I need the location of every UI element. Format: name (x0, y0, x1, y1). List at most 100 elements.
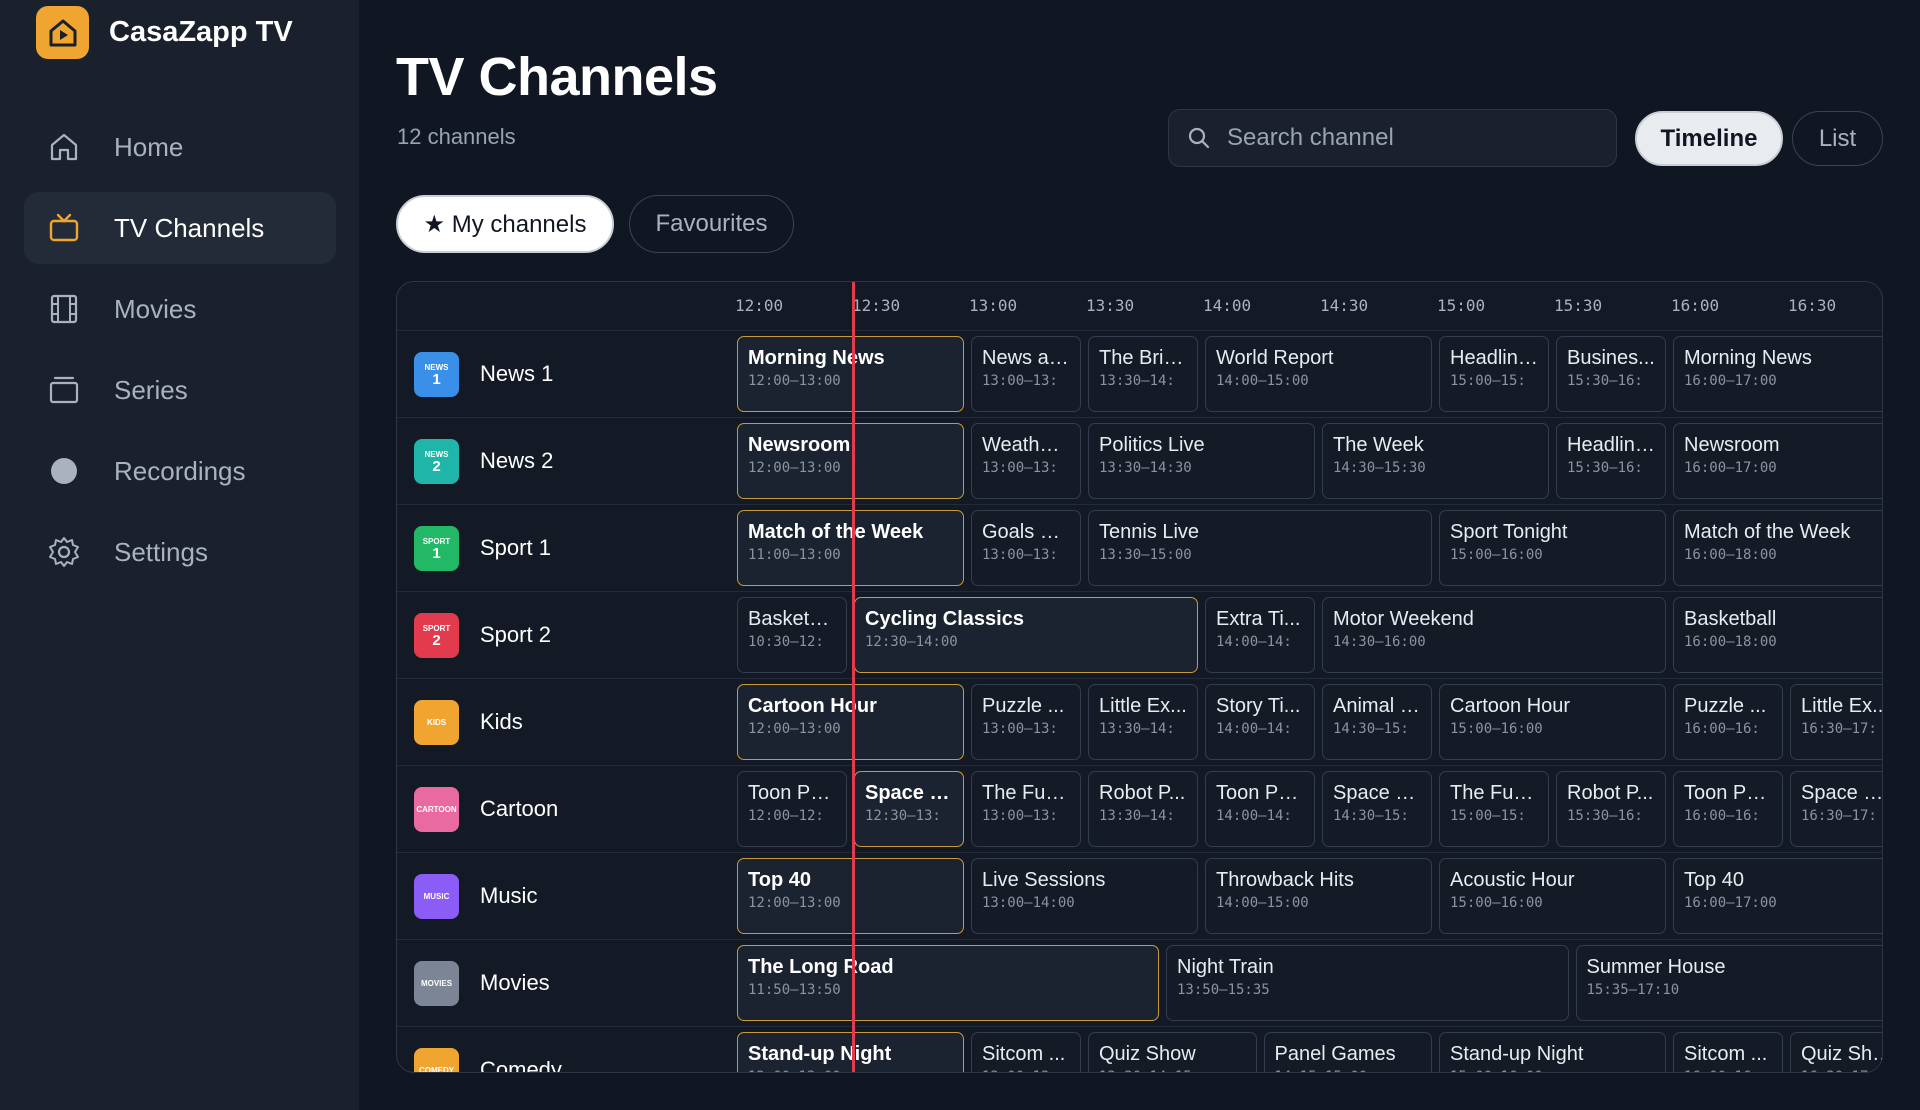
program-title: Summer House (1586, 956, 1726, 978)
sidebar-item-movies[interactable]: Movies (24, 273, 336, 345)
program-tile[interactable]: Toon Pa... 14:00–14: (1205, 771, 1315, 847)
program-tile[interactable]: Headlines 15:00–15: (1439, 336, 1549, 412)
program-tile[interactable]: Space R... 14:30–15: (1322, 771, 1432, 847)
favourites-filter[interactable]: Favourites (629, 195, 794, 253)
program-tile[interactable]: Animal F... 14:30–15: (1322, 684, 1432, 760)
program-tile[interactable]: World Report 14:00–15:00 (1205, 336, 1432, 412)
channel-row: SPORT 2 Sport 2 Basketb... 10:30–12: Cycling … (397, 592, 1882, 679)
channel-name[interactable]: Sport 2 (480, 622, 551, 648)
program-tile[interactable]: Robot P... 15:30–16: (1556, 771, 1666, 847)
program-tile[interactable]: Night Train 13:50–15:35 (1166, 945, 1569, 1021)
program-tile[interactable]: Space R... 16:30–17: (1790, 771, 1882, 847)
program-tile[interactable]: Toon Pa... 12:00–12: (737, 771, 847, 847)
program-tile[interactable]: Acoustic Hour 15:00–16:00 (1439, 858, 1666, 934)
program-tile[interactable]: Cartoon Hour 12:00–13:00 (737, 684, 964, 760)
program-tile[interactable]: Sitcom ... 16:00–16: (1673, 1032, 1783, 1072)
program-tile[interactable]: Quiz Show 13:30–14:15 (1088, 1032, 1257, 1072)
program-tile[interactable]: Top 40 12:00–13:00 (737, 858, 964, 934)
program-tile[interactable]: Newsroom 12:00–13:00 (737, 423, 964, 499)
program-tile[interactable]: Summer House 15:35–17:10 (1575, 945, 1882, 1021)
channel-logo[interactable]: SPORT 1 (414, 526, 459, 571)
program-tile[interactable]: Sitcom ... 13:00–13: (971, 1032, 1081, 1072)
program-tile[interactable]: Weather... 13:00–13: (971, 423, 1081, 499)
brand[interactable]: CasaZapp TV (36, 6, 293, 59)
program-tile[interactable]: Top 40 16:00–17:00 (1673, 858, 1882, 934)
program-tile[interactable]: Little Ex... 16:30–17: (1790, 684, 1883, 760)
channel-logo[interactable]: MOVIES (414, 961, 459, 1006)
program-tile[interactable]: Little Ex... 13:30–14: (1088, 684, 1198, 760)
program-tile[interactable]: Stand-up Night 15:00–16:00 (1439, 1032, 1666, 1072)
channel-logo[interactable]: COMEDY (414, 1048, 459, 1072)
program-tile[interactable]: Puzzle ... 16:00–16: (1673, 684, 1783, 760)
program-time: 13:00–14:00 (982, 895, 1075, 911)
program-tile[interactable]: Tennis Live 13:30–15:00 (1088, 510, 1432, 586)
program-title: Quiz Show (1099, 1043, 1196, 1065)
sidebar-item-series[interactable]: Series (24, 354, 336, 426)
program-tile[interactable]: News at... 13:00–13: (971, 336, 1081, 412)
channel-logo[interactable]: NEWS 2 (414, 439, 459, 484)
program-time: 13:30–15:00 (1099, 547, 1192, 563)
program-tile[interactable]: Stand-up Night 12:00–13:00 (737, 1032, 964, 1072)
program-tile[interactable]: Story Ti... 14:00–14: (1205, 684, 1315, 760)
program-tile[interactable]: Cartoon Hour 15:00–16:00 (1439, 684, 1666, 760)
program-tile[interactable]: Sport Tonight 15:00–16:00 (1439, 510, 1666, 586)
program-title: Sitcom ... (1684, 1043, 1768, 1065)
program-tile[interactable]: Morning News 16:00–17:00 (1673, 336, 1882, 412)
program-tile[interactable]: Headlines 15:30–16: (1556, 423, 1666, 499)
program-tile[interactable]: Motor Weekend 14:30–16:00 (1322, 597, 1666, 673)
channel-logo-main: MUSIC (423, 892, 450, 901)
program-tile[interactable]: Toon Pa... 16:00–16: (1673, 771, 1783, 847)
channel-name[interactable]: News 1 (480, 361, 553, 387)
program-tile[interactable]: Match of the Week 11:00–13:00 (737, 510, 964, 586)
program-tile[interactable]: The Long Road 11:50–13:50 (737, 945, 1159, 1021)
program-tile[interactable]: Goals R... 13:00–13: (971, 510, 1081, 586)
channel-logo[interactable]: NEWS 1 (414, 352, 459, 397)
program-tile[interactable]: Basketb... 10:30–12: (737, 597, 847, 673)
program-tile[interactable]: Busines... 15:30–16: (1556, 336, 1666, 412)
program-tile[interactable]: The Fun... 13:00–13: (971, 771, 1081, 847)
program-tile[interactable]: Cycling Classics 12:30–14:00 (854, 597, 1198, 673)
list-view-button[interactable]: List (1792, 111, 1883, 166)
program-tile[interactable]: Panel Games 14:15–15:00 (1263, 1032, 1432, 1072)
program-tile[interactable]: The Fun... 15:00–15: (1439, 771, 1549, 847)
channel-name[interactable]: Comedy (480, 1057, 562, 1072)
program-tile[interactable]: Quiz Show 16:30–17: (1790, 1032, 1882, 1072)
channel-name[interactable]: Sport 1 (480, 535, 551, 561)
program-tile[interactable]: Politics Live 13:30–14:30 (1088, 423, 1315, 499)
program-tile[interactable]: Basketball 16:00–18:00 (1673, 597, 1882, 673)
program-tile[interactable]: Throwback Hits 14:00–15:00 (1205, 858, 1432, 934)
channel-logo[interactable]: KIDS (414, 700, 459, 745)
channel-name[interactable]: Kids (480, 709, 523, 735)
program-title: Newsroom (748, 434, 851, 456)
search-box[interactable] (1168, 109, 1617, 167)
channel-name[interactable]: Cartoon (480, 796, 558, 822)
channel-logo[interactable]: CARTOON (414, 787, 459, 832)
timeline-view-button[interactable]: Timeline (1635, 111, 1783, 166)
channel-row: MUSIC Music Top 40 12:00–13:00 Live Sessions… (397, 853, 1882, 940)
sidebar-item-recordings[interactable]: Recordings (24, 435, 336, 507)
program-tile[interactable]: Space R... 12:30–13: (854, 771, 964, 847)
program-tile[interactable]: Robot P... 13:30–14: (1088, 771, 1198, 847)
channel-name[interactable]: News 2 (480, 448, 553, 474)
program-tile[interactable]: Match of the Week 16:00–18:00 (1673, 510, 1882, 586)
sidebar-item-tv-channels[interactable]: TV Channels (24, 192, 336, 264)
program-tile[interactable]: Puzzle ... 13:00–13: (971, 684, 1081, 760)
channel-logo[interactable]: MUSIC (414, 874, 459, 919)
my-channels-filter[interactable]: ★ My channels (396, 195, 614, 253)
program-tile[interactable]: Live Sessions 13:00–14:00 (971, 858, 1198, 934)
channel-name[interactable]: Music (480, 883, 537, 909)
program-tile[interactable]: The Brie... 13:30–14: (1088, 336, 1198, 412)
sidebar-item-settings[interactable]: Settings (24, 516, 336, 588)
program-tile[interactable]: Extra Ti... 14:00–14: (1205, 597, 1315, 673)
program-title: Little Ex... (1801, 695, 1883, 717)
program-time: 12:00–13:00 (748, 460, 841, 476)
program-tile[interactable]: The Week 14:30–15:30 (1322, 423, 1549, 499)
search-input[interactable] (1227, 124, 1607, 152)
program-tile[interactable]: Newsroom 16:00–17:00 (1673, 423, 1882, 499)
channel-logo[interactable]: SPORT 2 (414, 613, 459, 658)
program-title: Match of the Week (1684, 521, 1851, 543)
program-time: 11:00–13:00 (748, 547, 841, 563)
sidebar-item-home[interactable]: Home (24, 111, 336, 183)
program-tile[interactable]: Morning News 12:00–13:00 (737, 336, 964, 412)
channel-name[interactable]: Movies (480, 970, 550, 996)
